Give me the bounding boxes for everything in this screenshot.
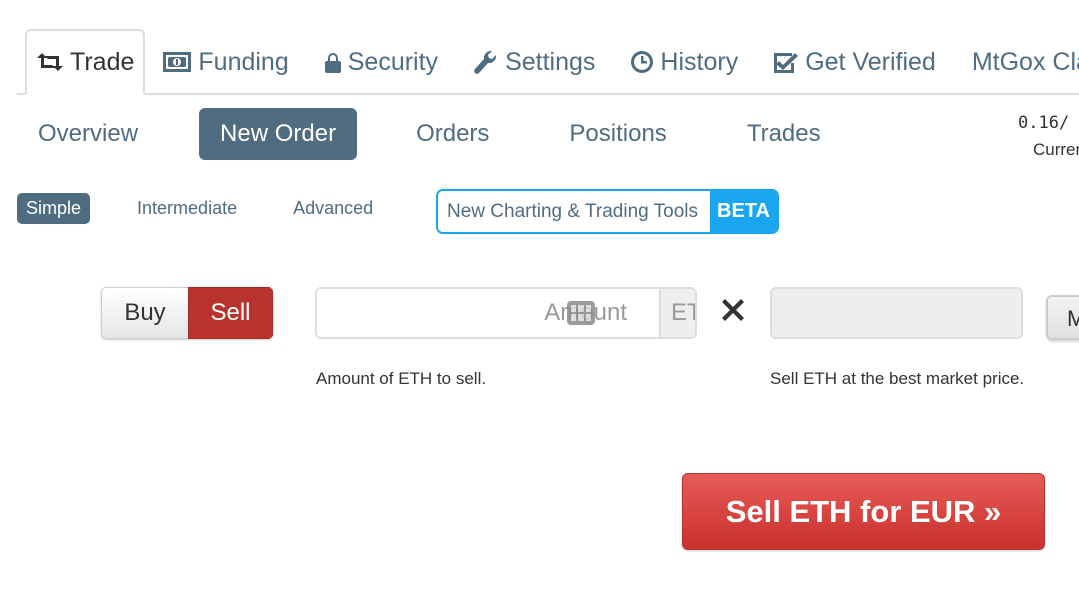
amount-input-group: ETH [315,287,697,339]
amount-currency-value: ETH [671,299,695,326]
times-icon [722,299,744,326]
mode-advanced[interactable]: Advanced [284,193,382,224]
trade-sub-nav: Overview New Order Orders Positions Trad… [17,108,842,160]
buy-button[interactable]: Buy [101,287,188,339]
main-tabs: Trade Funding Security Settings History [17,29,1079,95]
clock-icon [631,51,654,73]
side-toggle: Buy Sell [101,287,273,339]
wrench-icon [474,50,498,74]
amount-help-text: Amount of ETH to sell. [316,369,487,388]
subnav-positions[interactable]: Positions [548,108,687,160]
tab-mtgox-claim[interactable]: MtGox Claim [954,29,1079,95]
tab-label: Get Verified [805,47,936,76]
market-button[interactable]: M [1046,295,1079,340]
calculator-icon[interactable] [567,301,595,325]
balance-value: 0.16/ [1018,113,1070,133]
subnav-new-order[interactable]: New Order [199,108,358,160]
price-input-group: EUR [770,287,1023,339]
mode-intermediate[interactable]: Intermediate [128,193,246,224]
tab-trade[interactable]: Trade [25,29,146,95]
tab-settings[interactable]: Settings [456,29,613,95]
subnav-trades[interactable]: Trades [726,108,842,160]
sell-button[interactable]: Sell [188,287,273,339]
tab-label: Security [347,47,439,76]
balance-label: Curren [1033,140,1079,159]
order-mode-nav: Simple Intermediate Advanced [17,193,382,224]
tab-security[interactable]: Security [307,29,456,95]
retweet-icon [37,53,63,71]
tab-label: MtGox Claim [971,47,1079,76]
mode-simple[interactable]: Simple [17,193,91,224]
tab-label: Funding [198,47,289,76]
submit-sell-button[interactable]: Sell ETH for EUR » [682,473,1045,550]
trade-page: Trade Funding Security Settings History [0,0,1079,597]
tab-funding[interactable]: Funding [145,29,306,95]
beta-badge: BETA [710,191,777,232]
lock-icon [324,52,341,73]
amount-input[interactable] [317,289,659,337]
price-help-text: Sell ETH at the best market price. [770,369,1025,388]
subnav-orders[interactable]: Orders [395,108,510,160]
price-input[interactable] [772,289,1021,337]
amount-currency-select[interactable]: ETH [659,289,695,337]
tab-label: History [660,47,739,76]
subnav-overview[interactable]: Overview [17,108,159,160]
tab-label: Trade [70,47,135,76]
check-square-icon [774,51,799,73]
tab-get-verified[interactable]: Get Verified [756,29,954,95]
tab-history[interactable]: History [613,29,756,95]
new-charting-tools-label: New Charting & Trading Tools [438,191,710,232]
money-icon [163,52,192,72]
new-charting-tools-button[interactable]: New Charting & Trading Tools BETA [436,189,779,234]
tab-label: Settings [505,47,596,76]
